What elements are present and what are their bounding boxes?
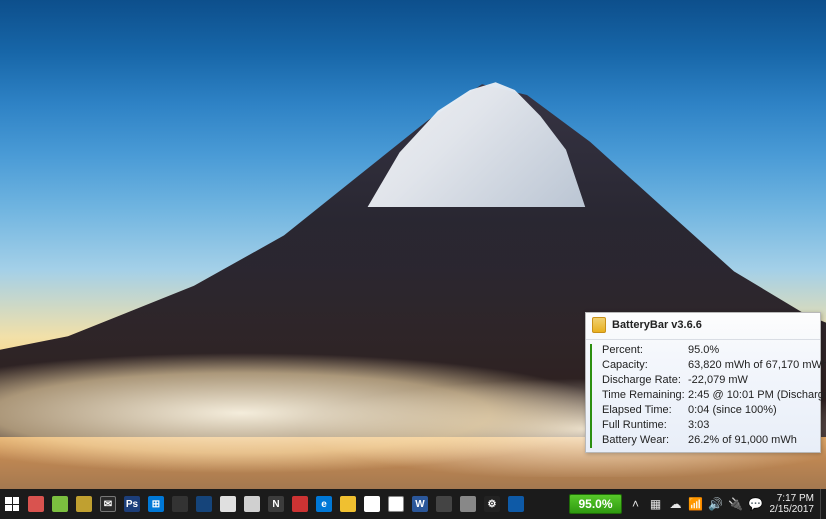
- row-value: 26.2% of 91,000 mWh: [688, 434, 826, 446]
- mail-icon: ✉: [100, 496, 116, 512]
- system-tray: ˄ ▦ ☁ 📶 🔊 🔌 💬: [626, 489, 766, 519]
- row-label: Capacity:: [602, 359, 686, 371]
- batterybar-tooltip: BatteryBar v3.6.6 Percent: 95.0% Capacit…: [585, 312, 821, 453]
- word-icon: W: [412, 496, 428, 512]
- app-icon: [460, 496, 476, 512]
- row-label: Full Runtime:: [602, 419, 686, 431]
- row-value: 0:04 (since 100%): [688, 404, 826, 416]
- taskbar-app-21[interactable]: [504, 489, 528, 519]
- taskbar-notion[interactable]: N: [264, 489, 288, 519]
- calculator-icon: [76, 496, 92, 512]
- app-icon: [172, 496, 188, 512]
- batterybar-toolbar[interactable]: 95.0%: [569, 494, 621, 514]
- gear-icon: ⚙: [484, 496, 500, 512]
- desktop-wallpaper[interactable]: BatteryBar v3.6.6 Percent: 95.0% Capacit…: [0, 0, 826, 519]
- store-icon: ⊞: [148, 496, 164, 512]
- taskbar-app-2[interactable]: [48, 489, 72, 519]
- tooltip-grid: Percent: 95.0% Capacity: 63,820 mWh of 6…: [592, 340, 826, 452]
- row-value: -22,079 mW: [688, 374, 826, 386]
- taskbar-photos[interactable]: [336, 489, 360, 519]
- app-icon: [28, 496, 44, 512]
- taskbar-calculator[interactable]: [72, 489, 96, 519]
- taskbar-app-7[interactable]: [168, 489, 192, 519]
- photoshop-icon: Ps: [124, 496, 140, 512]
- power-icon[interactable]: 🔌: [726, 489, 746, 519]
- row-value: 3:03: [688, 419, 826, 431]
- edge-icon: e: [316, 496, 332, 512]
- show-desktop-button[interactable]: [820, 489, 826, 519]
- taskbar-app-18[interactable]: [432, 489, 456, 519]
- tooltip-title: BatteryBar v3.6.6: [612, 319, 702, 331]
- battery-icon: [592, 317, 606, 333]
- app-icon: [220, 496, 236, 512]
- wifi-icon[interactable]: 📶: [686, 489, 706, 519]
- row-label: Time Remaining:: [602, 389, 686, 401]
- tooltip-header: BatteryBar v3.6.6: [586, 313, 820, 340]
- start-button[interactable]: [0, 489, 24, 519]
- taskbar-clock[interactable]: 7:17 PM 2/15/2017: [766, 489, 821, 519]
- taskbar-file-explorer[interactable]: 🗀: [384, 489, 408, 519]
- row-label: Elapsed Time:: [602, 404, 686, 416]
- row-value: 95.0%: [688, 344, 826, 356]
- app-icon: [52, 496, 68, 512]
- chrome-icon: ◉: [364, 496, 380, 512]
- clock-time: 7:17 PM: [777, 493, 814, 504]
- folder-icon: 🗀: [388, 496, 404, 512]
- taskbar-app-9[interactable]: [216, 489, 240, 519]
- row-label: Battery Wear:: [602, 434, 686, 446]
- row-value: 2:45 @ 10:01 PM (Discharging): [688, 389, 826, 401]
- onedrive-icon[interactable]: ☁: [666, 489, 686, 519]
- taskbar-app-8[interactable]: [192, 489, 216, 519]
- app-icon: [244, 496, 260, 512]
- photos-icon: [340, 496, 356, 512]
- tray-chevron-up-icon[interactable]: ˄: [626, 489, 646, 519]
- notion-icon: N: [268, 496, 284, 512]
- taskbar-chrome[interactable]: ◉: [360, 489, 384, 519]
- row-value: 63,820 mWh of 67,170 mWh: [688, 359, 826, 371]
- row-label: Percent:: [602, 344, 686, 356]
- windows-logo-icon: [5, 497, 19, 511]
- app-icon: [508, 496, 524, 512]
- taskbar-store[interactable]: ⊞: [144, 489, 168, 519]
- taskbar-edge[interactable]: e: [312, 489, 336, 519]
- app-icon: [196, 496, 212, 512]
- row-label: Discharge Rate:: [602, 374, 686, 386]
- clock-date: 2/15/2017: [770, 504, 815, 515]
- office-icon: [292, 496, 308, 512]
- tray-app-icon[interactable]: ▦: [646, 489, 666, 519]
- taskbar-word[interactable]: W: [408, 489, 432, 519]
- taskbar-settings[interactable]: ⚙: [480, 489, 504, 519]
- action-center-icon[interactable]: 💬: [746, 489, 766, 519]
- taskbar-apps: ✉ Ps ⊞ N e ◉ 🗀 W ⚙: [0, 489, 528, 519]
- volume-icon[interactable]: 🔊: [706, 489, 726, 519]
- taskbar-app-19[interactable]: [456, 489, 480, 519]
- taskbar-app-1[interactable]: [24, 489, 48, 519]
- taskbar-office[interactable]: [288, 489, 312, 519]
- taskbar-mail[interactable]: ✉: [96, 489, 120, 519]
- batterybar-percent: 95.0%: [578, 497, 612, 511]
- taskbar-photoshop[interactable]: Ps: [120, 489, 144, 519]
- taskbar: ✉ Ps ⊞ N e ◉ 🗀 W ⚙ 95.0% ˄ ▦ ☁ 📶 🔊 🔌 💬 7…: [0, 489, 826, 519]
- taskbar-app-10[interactable]: [240, 489, 264, 519]
- app-icon: [436, 496, 452, 512]
